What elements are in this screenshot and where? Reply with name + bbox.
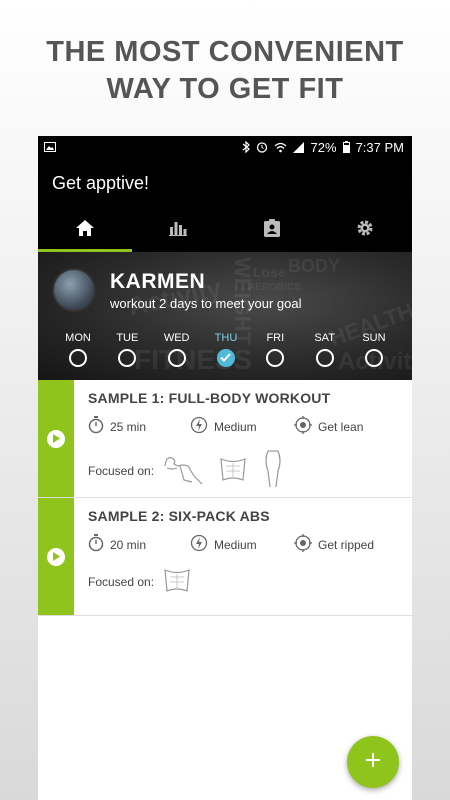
legs-icon: [262, 449, 284, 492]
week-days: MON TUE WED THU FRI SAT SUN: [60, 332, 392, 367]
day-tue[interactable]: TUE: [109, 332, 145, 367]
tab-bar: [38, 208, 412, 252]
workout-duration: 25 min: [110, 419, 147, 434]
bg-word: Lose: [253, 264, 286, 280]
focused-on-label: Focused on:: [88, 463, 155, 478]
day-thu[interactable]: THU: [208, 332, 244, 367]
stats-icon: [169, 220, 188, 241]
day-label: THU: [214, 332, 238, 344]
workout-intensity: Medium: [214, 537, 257, 552]
day-circle: [266, 349, 285, 367]
workout-card[interactable]: SAMPLE 2: SIX-PACK ABS 20 min Medium Get…: [38, 498, 412, 616]
target-icon: [294, 534, 312, 555]
day-circle: [364, 349, 383, 367]
wifi-icon: [274, 142, 287, 153]
focused-on-label: Focused on:: [88, 574, 155, 589]
headline-line-1: THE MOST CONVENIENT: [46, 36, 404, 68]
profile-header: Activity FITNESS WEIGHT BODY Lose AEROBI…: [38, 252, 412, 380]
arms-icon: [162, 452, 204, 489]
day-sat[interactable]: SAT: [307, 332, 343, 367]
status-time: 7:37 PM: [355, 139, 404, 155]
tab-home[interactable]: [38, 208, 132, 252]
workout-title: SAMPLE 2: SIX-PACK ABS: [88, 508, 270, 524]
profile-goal-text: workout 2 days to meet your goal: [110, 296, 302, 311]
alarm-icon: [256, 141, 268, 153]
day-wed[interactable]: WED: [159, 332, 195, 367]
app-title: Get apptive!: [52, 172, 150, 193]
day-label: WED: [163, 332, 190, 344]
workout-goal: Get ripped: [318, 537, 375, 552]
stopwatch-icon: [88, 416, 104, 437]
workout-card[interactable]: SAMPLE 1: FULL-BODY WORKOUT 25 min Mediu…: [38, 380, 412, 498]
abs-icon: [218, 456, 248, 485]
day-fri[interactable]: FRI: [257, 332, 293, 367]
plus-icon: [365, 752, 381, 773]
add-workout-button[interactable]: [347, 736, 399, 788]
play-strip[interactable]: [38, 380, 74, 497]
play-icon[interactable]: [47, 429, 65, 448]
day-circle-checked: [216, 349, 235, 367]
tab-settings[interactable]: [319, 208, 413, 252]
check-icon: [220, 349, 232, 367]
day-circle: [69, 349, 87, 367]
day-circle: [315, 349, 334, 367]
day-label: FRI: [266, 332, 285, 344]
day-circle: [167, 349, 186, 367]
profile-clipboard-icon: [263, 218, 280, 242]
abs-icon: [162, 567, 192, 596]
workout-duration: 20 min: [110, 537, 147, 552]
settings-gear-icon: [356, 219, 374, 242]
day-label: SAT: [314, 332, 335, 344]
bluetooth-icon: [242, 141, 250, 153]
battery-percent: 72%: [310, 139, 337, 155]
tab-profile[interactable]: [225, 208, 319, 252]
play-strip[interactable]: [38, 498, 74, 615]
bg-word: AEROBICS: [248, 282, 301, 293]
stopwatch-icon: [88, 534, 104, 555]
headline-line-2: WAY TO GET FIT: [106, 73, 344, 105]
battery-icon: [342, 141, 350, 153]
signal-icon: [292, 141, 305, 153]
workout-goal: Get lean: [318, 419, 364, 434]
day-label: SUN: [362, 332, 386, 344]
avatar[interactable]: [52, 268, 96, 312]
intensity-icon: [190, 416, 208, 437]
tab-stats[interactable]: [132, 208, 226, 252]
promo-headline: THE MOST CONVENIENT WAY TO GET FIT: [0, 34, 450, 108]
target-icon: [294, 416, 312, 437]
app-bar: Get apptive!: [38, 158, 412, 208]
day-label: TUE: [116, 332, 139, 344]
day-circle: [118, 349, 137, 367]
status-bar: 72% 7:37 PM: [38, 136, 412, 158]
home-icon: [75, 219, 94, 241]
day-label: MON: [65, 332, 91, 344]
phone-screen: 72% 7:37 PM Get apptive! Activity FITNES…: [38, 136, 412, 800]
bg-word: BODY: [288, 256, 341, 276]
workout-title: SAMPLE 1: FULL-BODY WORKOUT: [88, 390, 331, 406]
day-mon[interactable]: MON: [60, 332, 96, 367]
image-icon: [44, 140, 56, 155]
intensity-icon: [190, 534, 208, 555]
day-sun[interactable]: SUN: [356, 332, 392, 367]
play-icon[interactable]: [47, 547, 65, 566]
profile-name: KARMEN: [110, 270, 206, 293]
workout-intensity: Medium: [214, 419, 257, 434]
